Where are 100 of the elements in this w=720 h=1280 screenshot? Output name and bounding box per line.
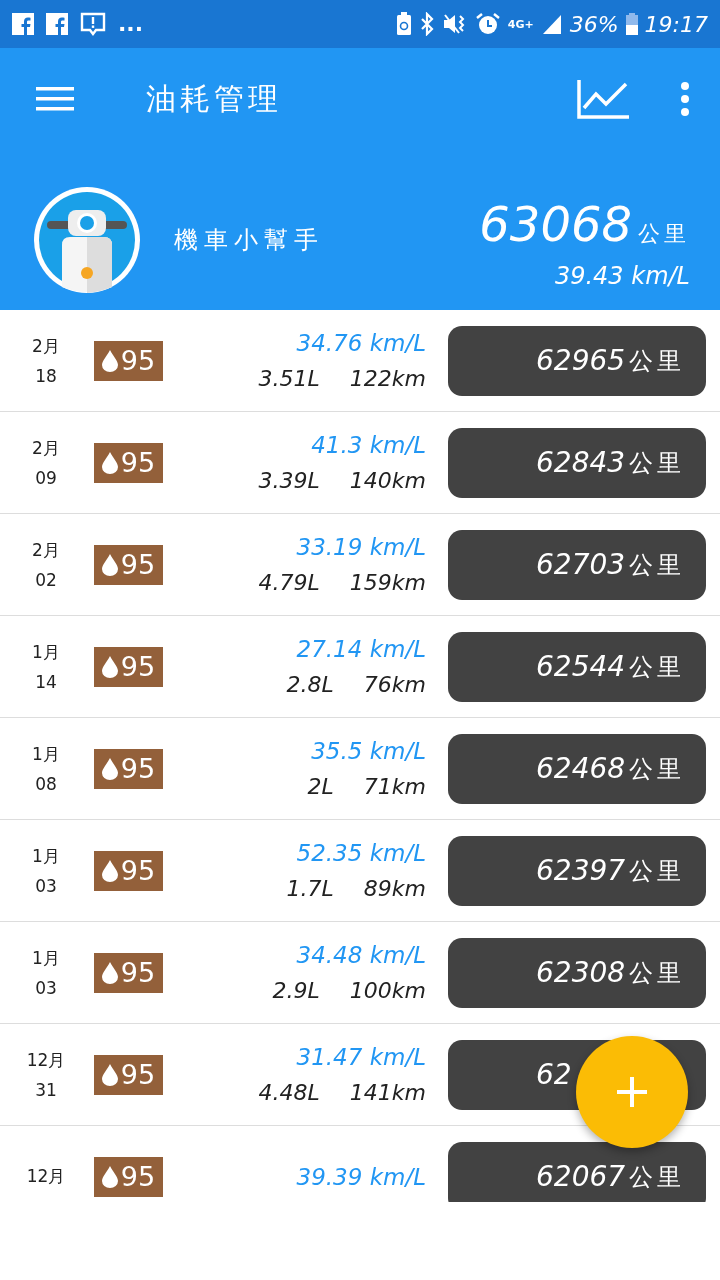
month-text: 2月 <box>32 437 60 460</box>
more-notifications-text: ... <box>118 13 144 35</box>
day-text: 02 <box>35 570 57 590</box>
odometer-text: 62308 <box>536 956 626 989</box>
network-type-text: 4G+ <box>507 17 534 31</box>
trip-distance-text: 122km <box>349 366 426 391</box>
facebook-icon <box>46 13 68 35</box>
liters-text: 1.7L <box>286 876 334 901</box>
liters-text: 4.79L <box>258 570 320 595</box>
month-text: 12月 <box>26 1165 66 1188</box>
odometer-text: 62 <box>536 1058 572 1091</box>
fuel-grade-text: 95 <box>120 345 156 376</box>
odometer-text: 62843 <box>536 446 626 479</box>
liters-text: 2L <box>307 774 334 799</box>
fuel-grade-text: 95 <box>120 957 156 988</box>
drop-icon <box>101 553 118 576</box>
efficiency-text: 41.3 km/L <box>311 432 426 458</box>
distance-unit: 公里 <box>638 220 690 248</box>
fuel-grade-text: 95 <box>120 447 156 478</box>
fuel-grade-text: 95 <box>120 1059 156 1090</box>
day-text: 31 <box>35 1080 57 1100</box>
odometer-text: 62965 <box>536 344 626 377</box>
odometer-unit: 公里 <box>629 651 686 683</box>
day-text: 08 <box>35 774 57 794</box>
clock-text: 19:17 <box>644 11 708 37</box>
month-text: 1月 <box>32 641 60 664</box>
menu-icon <box>36 85 74 113</box>
month-text: 2月 <box>32 539 60 562</box>
app-name: 機車小幫手 <box>174 225 325 256</box>
efficiency-text: 39.39 km/L <box>296 1163 426 1190</box>
bluetooth-icon <box>418 12 435 36</box>
more-vertical-icon <box>680 82 690 116</box>
efficiency-text: 27.14 km/L <box>296 636 426 662</box>
odometer-text: 62703 <box>536 548 626 581</box>
alarm-clock-icon <box>474 12 501 36</box>
trip-distance-text: 141km <box>349 1080 426 1105</box>
liters-text: 3.39L <box>258 468 320 493</box>
day-text: 14 <box>35 672 57 692</box>
odometer-unit: 公里 <box>629 753 686 785</box>
liters-text: 3.51L <box>258 366 320 391</box>
day-text: 03 <box>35 876 57 896</box>
drop-icon <box>101 961 118 984</box>
odometer-unit: 公里 <box>629 345 686 377</box>
efficiency-text: 34.48 km/L <box>296 942 426 968</box>
odometer-unit: 公里 <box>629 549 686 581</box>
liters-text: 4.48L <box>258 1080 320 1105</box>
odometer-unit: 公里 <box>629 1161 686 1193</box>
signal-icon <box>540 13 563 35</box>
battery-saver-icon <box>395 12 412 36</box>
trip-distance-text: 159km <box>349 570 426 595</box>
fuel-grade-text: 95 <box>120 753 156 784</box>
app-title: 油耗管理 <box>146 79 283 118</box>
day-text: 03 <box>35 978 57 998</box>
trip-distance-text: 89km <box>363 876 426 901</box>
drop-icon <box>101 1063 118 1086</box>
more-options-button[interactable] <box>680 82 690 116</box>
efficiency-text: 31.47 km/L <box>296 1044 426 1070</box>
battery-icon <box>625 13 638 35</box>
trip-distance-text: 100km <box>349 978 426 1003</box>
efficiency-text: 35.5 km/L <box>311 738 426 764</box>
fuel-grade-text: 95 <box>120 651 156 682</box>
fuel-grade-text: 95 <box>120 1161 156 1192</box>
trip-distance-text: 71km <box>363 774 426 799</box>
efficiency-text: 33.19 km/L <box>296 534 426 560</box>
average-efficiency: 39.43 km/L <box>554 262 690 290</box>
month-text: 1月 <box>32 743 60 766</box>
chart-button[interactable] <box>576 78 630 120</box>
efficiency-text: 52.35 km/L <box>296 840 426 866</box>
drop-icon <box>101 859 118 882</box>
menu-button[interactable] <box>36 85 74 113</box>
month-text: 1月 <box>32 947 60 970</box>
drop-icon <box>101 349 118 372</box>
day-text: 09 <box>35 468 57 488</box>
trip-distance-text: 140km <box>349 468 426 493</box>
liters-text: 2.9L <box>272 978 320 1003</box>
odometer-text: 62397 <box>536 854 626 887</box>
month-text: 1月 <box>32 845 60 868</box>
facebook-icon <box>12 13 34 35</box>
line-chart-icon <box>576 78 630 120</box>
month-text: 12月 <box>26 1049 66 1072</box>
battery-percent-text: 36% <box>569 11 619 37</box>
fuel-grade-text: 95 <box>120 549 156 580</box>
odometer-text: 62067 <box>536 1160 626 1193</box>
odometer-unit: 公里 <box>629 957 686 989</box>
plus-icon <box>617 1077 647 1107</box>
day-text: 18 <box>35 366 57 386</box>
scooter-avatar-icon <box>32 185 142 295</box>
drop-icon <box>101 655 118 678</box>
odometer-unit: 公里 <box>629 447 686 479</box>
drop-icon <box>101 757 118 780</box>
liters-text: 2.8L <box>286 672 334 697</box>
alert-message-icon <box>80 12 106 36</box>
trip-distance-text: 76km <box>363 672 426 697</box>
odometer-text: 62544 <box>536 650 626 683</box>
odometer-text: 62468 <box>536 752 626 785</box>
odometer-unit: 公里 <box>629 855 686 887</box>
drop-icon <box>101 451 118 474</box>
efficiency-text: 34.76 km/L <box>296 330 426 356</box>
fuel-grade-text: 95 <box>120 855 156 886</box>
total-distance: 63068 <box>479 196 632 252</box>
